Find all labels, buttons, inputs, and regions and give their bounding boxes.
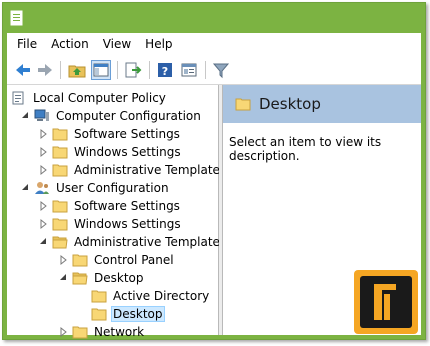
- tree-item-label: Administrative Templates: [74, 163, 227, 177]
- tree-item-uc-administrative-templates[interactable]: Administrative Templates: [37, 233, 228, 251]
- expand-arrow-icon[interactable]: [37, 200, 49, 212]
- folder-open-icon: [72, 271, 88, 285]
- app-icon[interactable]: [10, 10, 24, 26]
- expand-arrow-icon[interactable]: [37, 164, 49, 176]
- tree-item-label: Control Panel: [94, 253, 174, 267]
- folder-icon: [52, 199, 68, 213]
- tree-item-label: Desktop: [94, 271, 144, 285]
- help-icon[interactable]: ?: [155, 60, 175, 80]
- collapse-arrow-icon[interactable]: [19, 182, 31, 194]
- description-text: Select an item to view its description.: [229, 135, 382, 163]
- menu-view[interactable]: View: [103, 37, 131, 51]
- tree-item-label: User Configuration: [56, 181, 169, 195]
- expand-arrow-icon[interactable]: [57, 326, 69, 338]
- tree-item-label: Software Settings: [74, 127, 180, 141]
- tree-item-label: Local Computer Policy: [33, 91, 166, 105]
- export-list-icon[interactable]: [123, 60, 143, 80]
- folder-icon: [235, 97, 251, 111]
- user-icon: [34, 181, 50, 195]
- details-title: Desktop: [259, 95, 321, 113]
- show-hide-tree-icon[interactable]: [91, 60, 111, 80]
- tree-item-cc-administrative-templates[interactable]: Administrative Templates: [37, 161, 228, 179]
- folder-icon: [52, 163, 68, 177]
- properties-icon[interactable]: [179, 60, 199, 80]
- expand-arrow-icon[interactable]: [37, 128, 49, 140]
- tree-item-control-panel[interactable]: Control Panel: [57, 251, 176, 269]
- tree-item-label: Active Directory: [113, 289, 210, 303]
- tree-item-label: Network: [94, 325, 145, 339]
- tree-item-label: Administrative Templates: [74, 235, 227, 249]
- tree-item-label: Computer Configuration: [56, 109, 201, 123]
- tree-item-user-configuration[interactable]: User Configuration: [19, 179, 171, 197]
- computer-icon: [34, 109, 50, 123]
- tree-item-label: Software Settings: [74, 199, 180, 213]
- svg-text:?: ?: [162, 65, 168, 78]
- tree-item-desktop[interactable]: Desktop: [57, 269, 146, 287]
- up-folder-icon[interactable]: [67, 60, 87, 80]
- collapse-arrow-icon[interactable]: [19, 110, 31, 122]
- tree-item-label: Desktop: [111, 306, 165, 322]
- title-bar[interactable]: [3, 3, 425, 33]
- forward-icon[interactable]: [35, 60, 55, 80]
- folder-icon: [52, 145, 68, 159]
- tree-item-local-computer-policy[interactable]: Local Computer Policy: [11, 89, 168, 107]
- expand-arrow-icon[interactable]: [57, 254, 69, 266]
- tree-item-cc-windows-settings[interactable]: Windows Settings: [37, 143, 183, 161]
- folder-icon: [52, 217, 68, 231]
- tree-item-label: Windows Settings: [74, 217, 181, 231]
- folder-icon: [91, 289, 107, 303]
- folder-open-icon: [52, 235, 68, 249]
- folder-icon: [72, 325, 88, 339]
- tree-item-label: Windows Settings: [74, 145, 181, 159]
- watermark-logo: [354, 270, 418, 334]
- expand-arrow-icon[interactable]: [37, 146, 49, 158]
- folder-icon: [52, 127, 68, 141]
- tree-item-cc-software-settings[interactable]: Software Settings: [37, 125, 182, 143]
- tree-item-desktop-selected[interactable]: Desktop: [91, 305, 165, 323]
- filter-icon[interactable]: [211, 60, 231, 80]
- expand-arrow-icon[interactable]: [37, 218, 49, 230]
- folder-icon: [91, 307, 107, 321]
- collapse-arrow-icon[interactable]: [37, 236, 49, 248]
- menu-bar: File Action View Help: [7, 33, 421, 55]
- policy-icon: [11, 91, 27, 105]
- tree-item-network[interactable]: Network: [57, 323, 146, 339]
- details-header: Desktop: [223, 85, 421, 123]
- toolbar: ?: [7, 55, 421, 85]
- tree-item-active-directory[interactable]: Active Directory: [91, 287, 211, 305]
- collapse-arrow-icon[interactable]: [57, 272, 69, 284]
- tree-pane[interactable]: Local Computer Policy Computer Configura…: [7, 85, 226, 339]
- menu-file[interactable]: File: [17, 37, 37, 51]
- tree-item-computer-configuration[interactable]: Computer Configuration: [19, 107, 203, 125]
- folder-icon: [72, 253, 88, 267]
- back-icon[interactable]: [13, 60, 33, 80]
- menu-help[interactable]: Help: [145, 37, 172, 51]
- menu-action[interactable]: Action: [51, 37, 89, 51]
- tree-item-uc-windows-settings[interactable]: Windows Settings: [37, 215, 183, 233]
- tree-item-uc-software-settings[interactable]: Software Settings: [37, 197, 182, 215]
